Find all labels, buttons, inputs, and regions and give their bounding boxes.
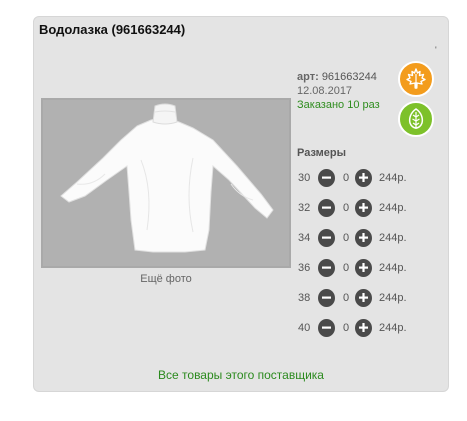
size-price: 244р. xyxy=(379,232,407,244)
size-row: 38 0 244р. xyxy=(297,289,447,307)
product-photo[interactable] xyxy=(41,98,291,268)
article-value: 961663244 xyxy=(321,71,377,83)
size-price: 244р. xyxy=(379,202,407,214)
size-value: 36 xyxy=(298,262,311,274)
decrease-quantity-button[interactable] xyxy=(318,199,335,217)
decrease-quantity-button[interactable] xyxy=(318,169,335,187)
decrease-quantity-button[interactable] xyxy=(318,259,335,277)
minus-icon xyxy=(322,236,331,239)
size-price: 244р. xyxy=(379,262,407,274)
plus-icon xyxy=(359,323,368,332)
increase-quantity-button[interactable] xyxy=(355,289,372,307)
quantity-value: 0 xyxy=(342,292,350,304)
size-value: 38 xyxy=(298,292,311,304)
size-value: 34 xyxy=(298,232,311,244)
size-price: 244р. xyxy=(379,292,407,304)
leaf-icon xyxy=(408,108,424,129)
season-badge-leaf xyxy=(398,101,434,137)
size-value: 40 xyxy=(298,322,311,334)
quantity-value: 0 xyxy=(342,202,350,214)
season-badge-autumn xyxy=(398,61,434,97)
more-photos-link[interactable]: Ещё фото xyxy=(41,273,291,285)
ordered-count: Заказано 10 раз xyxy=(297,99,380,111)
size-value: 32 xyxy=(298,202,311,214)
quantity-value: 0 xyxy=(342,322,350,334)
size-row: 32 0 244р. xyxy=(297,199,447,217)
size-row: 30 0 244р. xyxy=(297,169,447,187)
increase-quantity-button[interactable] xyxy=(355,169,372,187)
increase-quantity-button[interactable] xyxy=(355,319,372,337)
plus-icon xyxy=(359,203,368,212)
corner-mark: ' xyxy=(435,45,437,55)
quantity-value: 0 xyxy=(342,172,350,184)
product-date: 12.08.2017 xyxy=(297,85,353,97)
supplier-products-link[interactable]: Все товары этого поставщика xyxy=(34,368,448,382)
size-price: 244р. xyxy=(379,322,407,334)
minus-icon xyxy=(322,206,331,209)
decrease-quantity-button[interactable] xyxy=(318,289,335,307)
minus-icon xyxy=(322,266,331,269)
decrease-quantity-button[interactable] xyxy=(318,229,335,247)
increase-quantity-button[interactable] xyxy=(355,229,372,247)
size-value: 30 xyxy=(298,172,311,184)
product-title: Водолазка (961663244) xyxy=(39,22,186,37)
plus-icon xyxy=(359,293,368,302)
size-price: 244р. xyxy=(379,172,407,184)
product-info: арт: 961663244 12.08.2017 Заказано 10 ра… xyxy=(297,70,380,112)
maple-leaf-icon xyxy=(406,68,426,89)
decrease-quantity-button[interactable] xyxy=(318,319,335,337)
quantity-value: 0 xyxy=(342,262,350,274)
size-row: 40 0 244р. xyxy=(297,319,447,337)
product-card: Водолазка (961663244) ' Ещё фото арт: 96… xyxy=(33,16,449,392)
size-row: 36 0 244р. xyxy=(297,259,447,277)
minus-icon xyxy=(322,296,331,299)
turtleneck-image xyxy=(43,100,289,266)
plus-icon xyxy=(359,263,368,272)
plus-icon xyxy=(359,173,368,182)
minus-icon xyxy=(322,176,331,179)
article-label: арт: xyxy=(297,71,319,83)
plus-icon xyxy=(359,233,368,242)
increase-quantity-button[interactable] xyxy=(355,199,372,217)
sizes-heading: Размеры xyxy=(297,147,347,159)
size-row: 34 0 244р. xyxy=(297,229,447,247)
increase-quantity-button[interactable] xyxy=(355,259,372,277)
minus-icon xyxy=(322,326,331,329)
quantity-value: 0 xyxy=(342,232,350,244)
